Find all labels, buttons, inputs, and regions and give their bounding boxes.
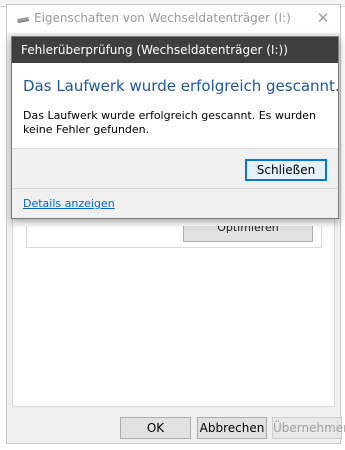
properties-titlebar[interactable]: Eigenschaften von Wechseldatenträger (I:… bbox=[7, 5, 340, 33]
optimize-button[interactable]: Optimieren bbox=[183, 226, 313, 242]
removable-drive-icon bbox=[17, 17, 29, 23]
scan-result-heading: Das Laufwerk wurde erfolgreich gescannt. bbox=[23, 77, 339, 95]
dialog-footer: Details anzeigen bbox=[12, 188, 338, 218]
optimize-group: Optimieren bbox=[26, 226, 322, 248]
screen: Eigenschaften von Wechseldatenträger (I:… bbox=[0, 0, 345, 450]
apply-button: Übernehmen bbox=[272, 417, 345, 439]
dialog-button-bar: Schließen bbox=[12, 148, 338, 188]
error-check-dialog: Fehlerüberprüfung (Wechseldatenträger (I… bbox=[11, 36, 339, 219]
cancel-button[interactable]: Abbrechen bbox=[197, 417, 267, 439]
properties-title: Eigenschaften von Wechseldatenträger (I:… bbox=[34, 11, 291, 25]
ok-button[interactable]: OK bbox=[120, 417, 191, 439]
dialog-title: Fehlerüberprüfung (Wechseldatenträger (I… bbox=[21, 43, 288, 57]
scan-result-message: Das Laufwerk wurde erfolgreich gescannt.… bbox=[23, 109, 316, 136]
close-icon[interactable]: ✕ bbox=[314, 8, 332, 28]
details-link[interactable]: Details anzeigen bbox=[23, 197, 115, 210]
close-button[interactable]: Schließen bbox=[245, 159, 327, 181]
dialog-titlebar[interactable]: Fehlerüberprüfung (Wechseldatenträger (I… bbox=[12, 37, 338, 63]
